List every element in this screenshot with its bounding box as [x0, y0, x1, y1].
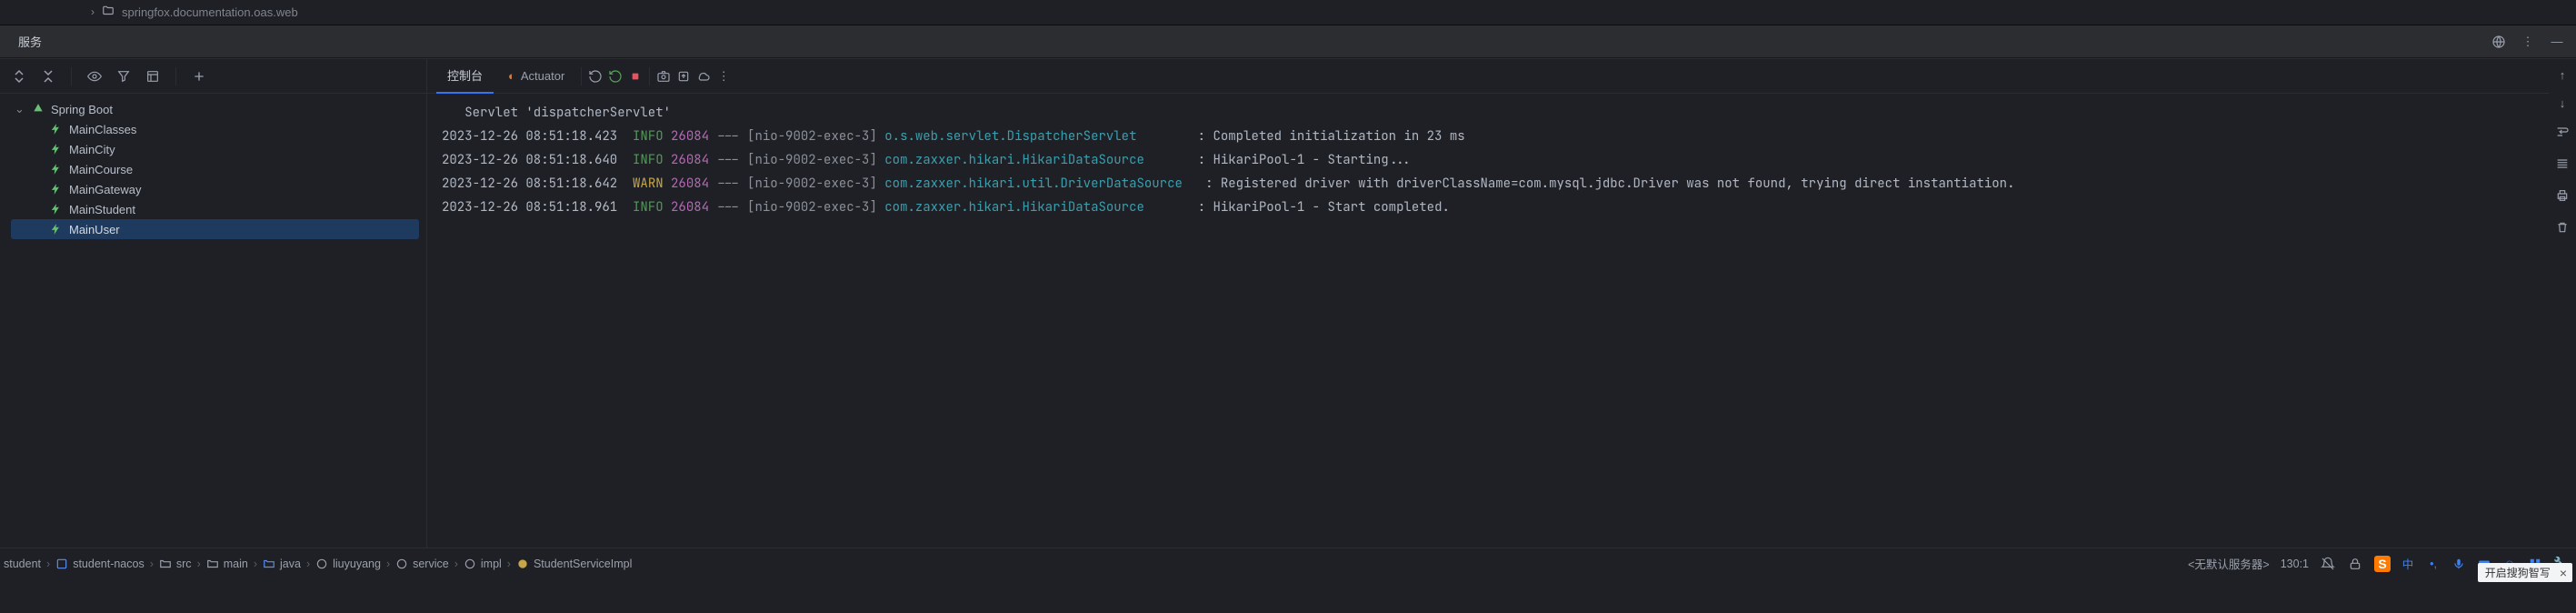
tree-item[interactable]: MainClasses — [11, 119, 419, 139]
scroll-up-icon[interactable]: ↑ — [2560, 68, 2566, 82]
run-config-icon — [49, 122, 64, 136]
breadcrumb-item[interactable]: impl — [464, 558, 502, 570]
print-icon[interactable] — [2555, 188, 2570, 206]
tree-item-label: MainUser — [69, 223, 120, 236]
console-gutter: ↑ ↓ — [2549, 59, 2576, 548]
services-tree: ⌄ Spring Boot MainClasses MainCity MainCou… — [0, 94, 426, 239]
chevron-right-icon: › — [91, 5, 95, 18]
bell-off-icon[interactable] — [2320, 556, 2336, 572]
tree-root-spring-boot[interactable]: ⌄ Spring Boot — [11, 99, 419, 119]
server-label[interactable]: <无默认服务器> — [2188, 555, 2270, 572]
readonly-icon[interactable] — [2347, 556, 2363, 572]
tree-item-label: MainStudent — [69, 203, 135, 216]
more-vertical-icon[interactable]: ⋮ — [2520, 34, 2536, 50]
add-icon[interactable] — [191, 68, 207, 85]
scroll-down-icon[interactable]: ↓ — [2560, 96, 2566, 110]
sogou-s-icon[interactable]: S — [2374, 556, 2391, 572]
actuator-icon: ◐ — [508, 69, 515, 83]
tree-item-label: MainClasses — [69, 123, 136, 136]
cloud-icon[interactable] — [695, 68, 712, 85]
breadcrumb-item[interactable]: liuyuyang — [315, 558, 381, 570]
tree-item-label: MainGateway — [69, 183, 141, 196]
trash-icon[interactable] — [2555, 220, 2570, 237]
sogou-popup: 开启搜狗智写 × — [2478, 563, 2572, 582]
run-config-icon — [49, 202, 64, 216]
scroll-to-end-icon[interactable] — [2555, 156, 2570, 174]
run-config-icon — [49, 222, 64, 236]
breadcrumb-item[interactable]: student — [4, 558, 41, 570]
show-icon[interactable] — [86, 68, 103, 85]
minimize-icon[interactable]: — — [2549, 34, 2565, 50]
rerun-icon[interactable] — [587, 68, 604, 85]
export-icon[interactable] — [675, 68, 692, 85]
sogou-popup-text: 开启搜狗智写 — [2485, 565, 2551, 580]
breadcrumb-item[interactable]: main — [206, 558, 248, 570]
tree-item-label: MainCourse — [69, 163, 133, 176]
tree-item[interactable]: MainGateway — [11, 179, 419, 199]
breadcrumb-item[interactable]: student-nacos — [55, 558, 145, 570]
editor-tabs-row: › springfox.documentation.oas.web — [0, 0, 2576, 25]
tree-root-label: Spring Boot — [51, 103, 113, 116]
punct-icon[interactable]: •, — [2425, 556, 2441, 572]
more-icon[interactable]: ⋮ — [715, 68, 732, 85]
filter-icon[interactable] — [115, 68, 132, 85]
cursor-position: 130:1 — [2281, 558, 2309, 570]
spring-boot-icon — [31, 102, 45, 116]
services-panel-header: 服务 ⋮ — — [0, 25, 2576, 58]
camera-icon[interactable] — [655, 68, 672, 85]
collapse-all-icon[interactable] — [40, 68, 56, 85]
tab-actuator[interactable]: ◐ Actuator — [497, 59, 575, 94]
browser-icon[interactable] — [2491, 34, 2507, 50]
tree-item[interactable]: MainStudent — [11, 199, 419, 219]
mic-icon[interactable] — [2451, 556, 2467, 572]
zh-icon[interactable]: 中 — [2400, 556, 2416, 572]
run-config-icon — [49, 182, 64, 196]
tree-item[interactable]: MainCourse — [11, 159, 419, 179]
breadcrumb-item[interactable]: StudentServiceImpl — [516, 558, 632, 570]
breadcrumb-bar: student›student-nacos›src›main›java›liuy… — [0, 548, 2576, 578]
tab-console[interactable]: 控制台 — [436, 59, 494, 94]
expand-all-icon[interactable] — [11, 68, 27, 85]
stop-icon[interactable] — [627, 68, 644, 85]
console-tabs: 控制台 ◐ Actuator ⋮ — [427, 59, 2549, 94]
chevron-down-icon: ⌄ — [15, 102, 25, 116]
services-tree-panel: ⌄ Spring Boot MainClasses MainCity MainCou… — [0, 59, 427, 548]
run-config-icon — [49, 142, 64, 156]
tree-item[interactable]: MainCity — [11, 139, 419, 159]
folder-icon — [102, 5, 115, 20]
run-config-icon — [49, 162, 64, 176]
console-output[interactable]: Servlet 'dispatcherServlet' 2023-12-26 0… — [427, 94, 2549, 548]
console-panel: 控制台 ◐ Actuator ⋮ Servlet 'dispatcherServ… — [427, 59, 2576, 548]
breadcrumb-item[interactable]: service — [395, 558, 449, 570]
layout-icon[interactable] — [145, 68, 161, 85]
breadcrumb-item[interactable]: src — [159, 558, 192, 570]
panel-title: 服务 — [18, 33, 42, 50]
services-toolbar — [0, 59, 426, 94]
tree-item[interactable]: MainUser — [11, 219, 419, 239]
soft-wrap-icon[interactable] — [2555, 125, 2570, 142]
breadcrumb-item[interactable]: java — [263, 558, 301, 570]
rerun-green-icon[interactable] — [607, 68, 624, 85]
tree-item-label: MainCity — [69, 143, 115, 156]
main-area: ⌄ Spring Boot MainClasses MainCity MainCou… — [0, 58, 2576, 548]
close-icon[interactable]: × — [2556, 567, 2571, 579]
package-path: springfox.documentation.oas.web — [122, 5, 298, 19]
